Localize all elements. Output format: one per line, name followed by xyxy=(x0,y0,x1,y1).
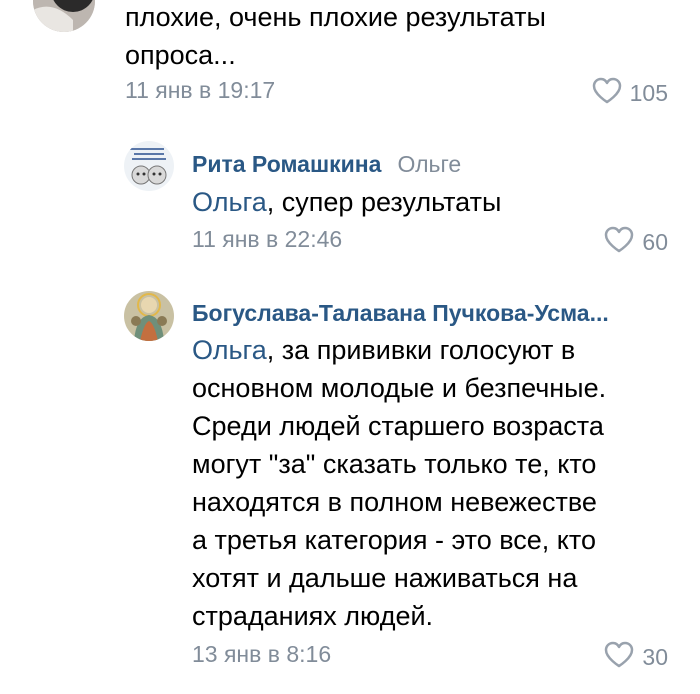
comment-text-line: опроса... xyxy=(125,40,236,70)
comment-text-fragment: , супер результаты xyxy=(266,187,502,217)
like-button[interactable]: 30 xyxy=(604,641,668,674)
mention-link[interactable]: Ольга xyxy=(192,187,267,217)
like-button[interactable]: 105 xyxy=(592,77,668,110)
comment-text-line: Ольга, за прививки голосуют в xyxy=(192,331,682,369)
avatar[interactable] xyxy=(124,141,174,191)
avatar-image xyxy=(33,0,95,32)
heart-outline-icon xyxy=(604,641,634,674)
comment-date[interactable]: 11 янв в 22:46 xyxy=(192,226,342,253)
avatar[interactable] xyxy=(33,0,95,32)
avatar-image xyxy=(124,141,174,191)
author-name[interactable]: Рита Ромашкина xyxy=(192,151,381,178)
like-count: 30 xyxy=(642,644,668,670)
avatar-image xyxy=(124,291,174,341)
like-count: 105 xyxy=(629,80,668,106)
comment-text-line: страданиях людей. xyxy=(192,601,434,631)
comment-text-fragment: , за прививки голосуют в xyxy=(266,335,576,365)
comment-text-line: плохие, очень плохие результаты xyxy=(125,2,546,32)
comment-date[interactable]: 11 янв в 19:17 xyxy=(125,77,275,104)
comment-text-line: Ольга, супер результаты xyxy=(192,183,682,221)
comment-header: Рита Ромашкина Ольге xyxy=(192,151,461,178)
reply-to[interactable]: Ольге xyxy=(397,151,461,178)
mention-link[interactable]: Ольга xyxy=(192,335,267,365)
comment-text-line: основном молодые и безпечные. xyxy=(192,373,607,403)
comment-text: плохие, очень плохие результаты опроса..… xyxy=(125,0,685,74)
heart-outline-icon xyxy=(604,226,634,259)
author-name[interactable]: Богуслава-Талавана Пучкова-Усма... xyxy=(192,300,609,327)
comment-text-line: находятся в полном невежестве xyxy=(192,487,597,517)
comment-text: Ольга, за прививки голосуют в основном м… xyxy=(192,331,682,635)
comment-text-line: а третья категория - это все, кто xyxy=(192,525,596,555)
like-button[interactable]: 60 xyxy=(604,226,668,259)
comment-header: Богуслава-Талавана Пучкова-Усма... xyxy=(192,300,609,327)
comment-text-line: могут "за" сказать только те, кто xyxy=(192,449,597,479)
comment-text-line: хотят и дальше наживаться на xyxy=(192,563,578,593)
comment-date[interactable]: 13 янв в 8:16 xyxy=(192,641,331,668)
like-count: 60 xyxy=(642,229,668,255)
avatar[interactable] xyxy=(124,291,174,341)
heart-outline-icon xyxy=(592,77,622,110)
comment-text: Ольга, супер результаты xyxy=(192,183,682,221)
comment-text-line: Среди людей старшего возраста xyxy=(192,411,604,441)
